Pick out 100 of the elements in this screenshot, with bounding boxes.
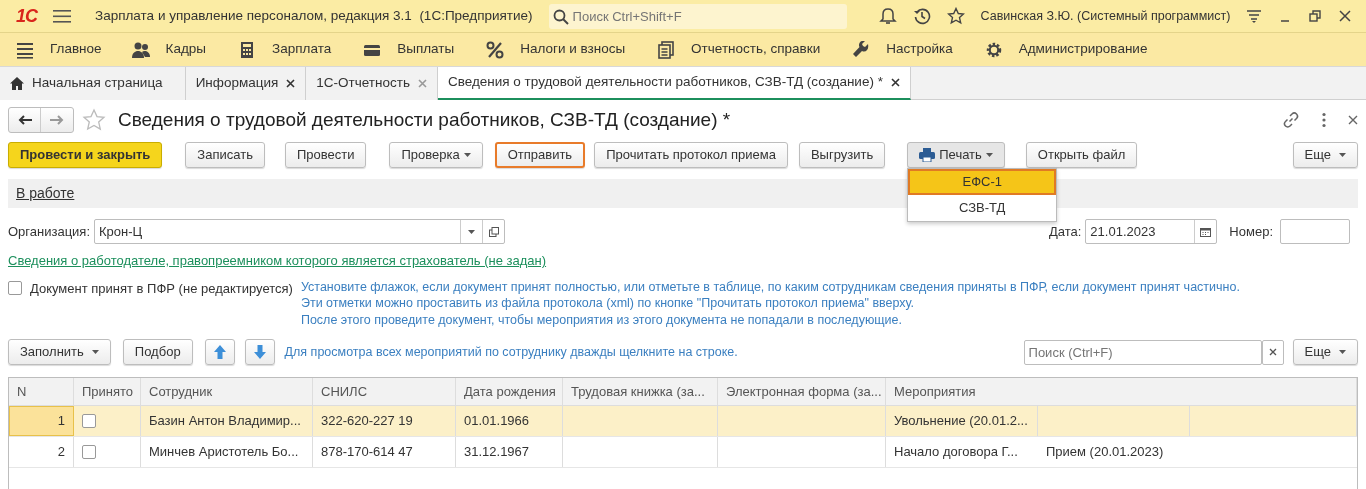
clear-icon (1268, 348, 1277, 356)
caret-icon (1339, 153, 1346, 157)
wrench-icon[interactable] (852, 40, 871, 59)
table-cell: 322-620-227 19 (313, 406, 456, 436)
star-icon[interactable] (946, 7, 965, 25)
gear-icon[interactable] (984, 40, 1003, 59)
toolbar-button[interactable]: Выгрузить (798, 142, 886, 168)
field-label: Организация: (8, 222, 91, 241)
history-icon[interactable] (912, 7, 931, 25)
checkbox[interactable] (82, 414, 96, 428)
menu-item[interactable]: ЕФС-1 (908, 169, 1057, 195)
open-icon (488, 226, 499, 237)
status-link[interactable]: В работе (16, 183, 75, 204)
toolbar-button[interactable]: Подбор (122, 339, 193, 365)
column-header[interactable]: СНИЛС (313, 378, 456, 405)
dropdown-button[interactable]: Заполнить (8, 339, 111, 365)
table-row[interactable]: 2 Минчев Аристотель Бо... 878-170-614 47 31.12.1967 Начало договора Г... Прием (20.01.2023) (9, 437, 1357, 468)
menu-item[interactable]: СЗВ-ТД (908, 195, 1057, 221)
table-cell: 01.01.1966 (456, 406, 563, 436)
move-up-button[interactable] (204, 339, 235, 365)
hint-text: Установите флажок, если документ принят полностью, или отметьте в таблице, по каким сотрудникам сведения приняты в ПФР, если документ принят частично. (300, 278, 1240, 295)
table-cell: Базин Антон Владимир... (141, 406, 313, 436)
toolbar-button[interactable]: Открыть файл (1025, 142, 1138, 168)
dropdown-menu-icon[interactable] (1246, 8, 1263, 24)
section-link[interactable]: Отчетность, справки (691, 39, 821, 60)
column-header[interactable]: Мероприятия (886, 378, 1357, 405)
hint-text: После этого проведите документ, чтобы мероприятия из этого документа не попадали в последующие. (300, 311, 903, 328)
caret-icon (91, 350, 99, 354)
section-link[interactable]: Настройка (886, 39, 953, 60)
link-icon[interactable] (1282, 111, 1300, 129)
tab[interactable]: Начальная страница (0, 67, 186, 100)
caret-icon (1339, 350, 1346, 354)
bell-icon[interactable] (878, 7, 897, 25)
checkbox[interactable] (8, 281, 22, 296)
checkbox-label: Документ принят в ПФР (не редактируется) (30, 279, 293, 298)
star-icon[interactable] (82, 108, 106, 132)
close-icon[interactable] (890, 78, 900, 87)
section-link[interactable]: Главное (50, 39, 102, 60)
table-cell-text: Начало договора Г... (893, 443, 1019, 462)
column-header[interactable]: N (9, 378, 74, 405)
section-link[interactable]: Выплаты (397, 39, 455, 60)
move-down-button[interactable] (244, 339, 275, 365)
table-cell: 1 (9, 406, 74, 436)
field-label: Номер: (1229, 222, 1273, 241)
section-link[interactable]: Кадры (165, 39, 207, 60)
people-icon[interactable] (131, 40, 150, 59)
document-title: Сведения о трудовой деятельности работников, СЗВ-ТД (создание) * (118, 107, 731, 132)
table-cell-text: Прием (20.01.2023) (1045, 443, 1165, 462)
printer-icon (919, 148, 936, 162)
column-header[interactable]: Принято (74, 378, 141, 405)
close-icon[interactable] (1338, 9, 1353, 23)
table-row[interactable]: 1 Базин Антон Владимир... 322-620-227 19 01.01.1966 Увольнение (20.01.2... (9, 406, 1357, 437)
tab[interactable]: Сведения о трудовой деятельности работников, СЗВ-ТД (создание) * (437, 67, 911, 100)
dropdown-button[interactable]: Печать (907, 142, 1005, 168)
tab[interactable]: Информация (185, 67, 307, 100)
number-field[interactable] (1280, 219, 1350, 244)
documents-icon[interactable] (657, 40, 676, 59)
hint-text: Эти отметки можно проставить из файла протокола (xml) по кнопке "Прочитать протокол приема" вверху. (300, 295, 916, 312)
menu-icon[interactable] (16, 40, 34, 59)
column-header[interactable]: Трудовая книжка (за... (563, 378, 718, 405)
caret-icon (463, 153, 471, 157)
section-link[interactable]: Налоги и взносы (520, 39, 626, 60)
organization-field[interactable]: Крон-Ц (94, 219, 506, 244)
search-field[interactable]: Поиск (Ctrl+F) (1023, 339, 1262, 365)
more-icon[interactable] (1322, 112, 1326, 128)
column-header[interactable]: Дата рождения (456, 378, 563, 405)
table-cell: 878-170-614 47 (313, 437, 456, 467)
user-name[interactable]: Савинская З.Ю. (Системный программист) (980, 6, 1231, 26)
toolbar-button[interactable]: Провести (284, 142, 367, 168)
toolbar-button[interactable]: Записать (185, 142, 265, 168)
app-logo[interactable]: 1С (16, 2, 37, 30)
search-field[interactable]: Поиск Ctrl+Shift+F (548, 3, 847, 29)
table-cell: 2 (9, 437, 74, 467)
tab[interactable]: 1С-Отчетность (306, 67, 438, 100)
toolbar-button[interactable]: Отправить (494, 142, 586, 168)
column-header[interactable]: Сотрудник (141, 378, 313, 405)
dropdown-button[interactable]: Проверка (389, 142, 483, 168)
column-header[interactable]: Электронная форма (за... (718, 378, 886, 405)
table-cell: 31.12.1967 (456, 437, 563, 467)
calendar-icon (1200, 226, 1212, 237)
percent-icon[interactable] (486, 40, 505, 59)
field-label: Дата: (1048, 222, 1082, 241)
caret-icon (468, 229, 476, 234)
window-title: Зарплата и управление персоналом, редакция 3.1 (1С:Предприятие) (95, 6, 533, 25)
close-icon[interactable] (1348, 115, 1358, 125)
date-field[interactable]: 21.01.2023 (1085, 219, 1218, 244)
checkbox[interactable] (82, 445, 96, 459)
toolbar-button[interactable]: Провести и закрыть (8, 142, 163, 168)
section-link[interactable]: Администрирование (1018, 39, 1148, 60)
arrow-down-icon (253, 345, 266, 359)
more-button[interactable]: Еще (1292, 142, 1358, 168)
search-icon (552, 8, 569, 25)
employer-link[interactable]: Сведения о работодателе, правопреемником которого является страхователь (не задан) (8, 253, 547, 268)
section-link[interactable]: Зарплата (272, 39, 332, 60)
toolbar-button[interactable]: Прочитать протокол приема (594, 142, 788, 168)
restore-icon[interactable] (1308, 9, 1323, 23)
arrow-left-icon (17, 115, 32, 125)
close-icon[interactable] (286, 79, 296, 88)
menu-icon[interactable] (53, 8, 71, 24)
more-button[interactable]: Еще (1292, 339, 1358, 365)
